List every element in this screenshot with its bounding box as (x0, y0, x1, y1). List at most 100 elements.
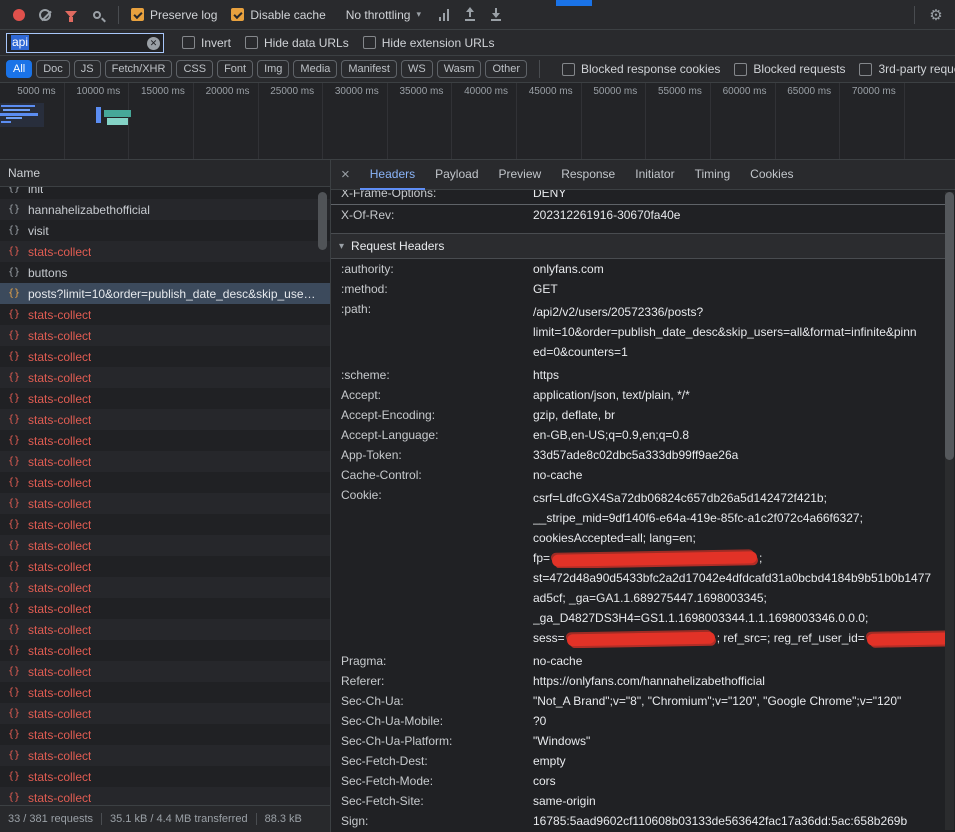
script-icon: {} (8, 477, 22, 488)
name-column-header[interactable]: Name (0, 160, 330, 187)
request-row[interactable]: {}stats-collect (0, 304, 330, 325)
request-row[interactable]: {}stats-collect (0, 577, 330, 598)
request-row[interactable]: {}stats-collect (0, 388, 330, 409)
search-button[interactable] (84, 3, 110, 27)
request-row[interactable]: {}visit (0, 220, 330, 241)
request-row[interactable]: {}stats-collect (0, 430, 330, 451)
header-name: :authority: (341, 262, 533, 276)
request-row[interactable]: {}stats-collect (0, 703, 330, 724)
request-row[interactable]: {}stats-collect (0, 766, 330, 787)
request-row[interactable]: {}hannahelizabethofficial (0, 199, 330, 220)
chip-img[interactable]: Img (257, 60, 289, 78)
header-row: Accept-Language:en-GB,en-US;q=0.9,en;q=0… (331, 425, 945, 445)
overview-bar (3, 109, 30, 111)
tab-payload[interactable]: Payload (425, 160, 488, 190)
filter-toggle-button[interactable] (58, 3, 84, 27)
checkbox-icon (734, 63, 747, 76)
request-row[interactable]: {}stats-collect (0, 493, 330, 514)
chip-all[interactable]: All (6, 60, 32, 78)
3rd-party-requests-checkbox[interactable]: 3rd-party requests (859, 62, 955, 76)
network-conditions-button[interactable] (431, 3, 457, 27)
request-row[interactable]: {}stats-collect (0, 451, 330, 472)
request-row[interactable]: {}stats-collect (0, 472, 330, 493)
header-value: cors (533, 774, 945, 788)
chip-other[interactable]: Other (485, 60, 527, 78)
chip-media[interactable]: Media (293, 60, 337, 78)
blocked-requests-checkbox[interactable]: Blocked requests (734, 62, 845, 76)
clear-requests-button[interactable] (32, 3, 58, 27)
tab-cookies[interactable]: Cookies (740, 160, 803, 190)
tab-headers[interactable]: Headers (360, 160, 425, 190)
header-name: Cookie: (341, 488, 533, 648)
scrollbar-thumb[interactable] (945, 192, 954, 460)
request-name: stats-collect (28, 455, 91, 469)
chip-fetch-xhr[interactable]: Fetch/XHR (105, 60, 173, 78)
script-icon: {} (8, 603, 22, 614)
details-scrollbar[interactable] (945, 192, 954, 830)
request-row[interactable]: {}posts?limit=10&order=publish_date_desc… (0, 283, 330, 304)
request-row[interactable]: {}stats-collect (0, 682, 330, 703)
details-tabs-bar: × HeadersPayloadPreviewResponseInitiator… (331, 160, 955, 190)
chip-ws[interactable]: WS (401, 60, 433, 78)
request-row[interactable]: {}buttons (0, 262, 330, 283)
request-row[interactable]: {}stats-collect (0, 724, 330, 745)
throttling-select[interactable]: No throttling ▾ (346, 8, 421, 22)
header-value: https (533, 368, 945, 382)
request-row[interactable]: {}stats-collect (0, 556, 330, 577)
invert-checkbox[interactable]: Invert (182, 36, 231, 50)
header-name: :path: (341, 302, 533, 362)
tab-timing[interactable]: Timing (685, 160, 741, 190)
request-row[interactable]: {}stats-collect (0, 514, 330, 535)
tab-initiator[interactable]: Initiator (625, 160, 684, 190)
filter-input[interactable]: api ✕ (6, 33, 164, 53)
chip-doc[interactable]: Doc (36, 60, 70, 78)
preserve-log-checkbox[interactable]: Preserve log (131, 8, 217, 22)
overview-tick: 20000 ms (194, 83, 259, 159)
header-name: Sec-Fetch-Dest: (341, 754, 533, 768)
import-icon (464, 8, 476, 21)
chip-manifest[interactable]: Manifest (341, 60, 397, 78)
hide-data-urls-checkbox[interactable]: Hide data URLs (245, 36, 349, 50)
request-name: stats-collect (28, 602, 91, 616)
request-row[interactable]: {}stats-collect (0, 745, 330, 766)
request-row[interactable]: {}stats-collect (0, 241, 330, 262)
timeline-overview[interactable]: 5000 ms10000 ms15000 ms20000 ms25000 ms3… (0, 83, 955, 160)
request-headers-section[interactable]: ▾ Request Headers (331, 233, 945, 259)
request-row[interactable]: {}stats-collect (0, 409, 330, 430)
disable-cache-checkbox[interactable]: Disable cache (231, 8, 325, 22)
request-row[interactable]: {} stats-collect (0, 598, 330, 619)
hide-extension-urls-checkbox[interactable]: Hide extension URLs (363, 36, 495, 50)
import-har-button[interactable] (457, 3, 483, 27)
tab-response[interactable]: Response (551, 160, 625, 190)
request-row[interactable]: {}stats-collect (0, 367, 330, 388)
header-row: :scheme:https (331, 365, 945, 385)
record-icon (13, 9, 25, 21)
export-har-button[interactable] (483, 3, 509, 27)
close-icon[interactable]: × (331, 166, 360, 183)
chip-css[interactable]: CSS (176, 60, 213, 78)
clear-icon (39, 9, 51, 21)
request-list-scrollbar[interactable] (318, 190, 327, 802)
header-value: application/json, text/plain, */* (533, 388, 945, 402)
request-row[interactable]: {}stats-collect (0, 346, 330, 367)
script-icon: {} (8, 582, 22, 593)
request-row[interactable]: {}stats-collect (0, 535, 330, 556)
clear-filter-icon[interactable]: ✕ (147, 37, 160, 50)
tab-preview[interactable]: Preview (489, 160, 552, 190)
chip-wasm[interactable]: Wasm (437, 60, 482, 78)
scrollbar-thumb[interactable] (318, 192, 327, 250)
chip-font[interactable]: Font (217, 60, 253, 78)
header-value: gzip, deflate, br (533, 408, 945, 422)
request-row[interactable]: {}stats-collect (0, 325, 330, 346)
top-blue-strip (556, 0, 592, 6)
record-button[interactable] (6, 3, 32, 27)
settings-button[interactable]: ⚙ (923, 3, 949, 27)
request-row[interactable]: {}stats-collect (0, 640, 330, 661)
chip-js[interactable]: JS (74, 60, 101, 78)
request-name: stats-collect (28, 245, 91, 259)
request-row[interactable]: {}stats-collect (0, 661, 330, 682)
request-row[interactable]: {}stats-collect (0, 619, 330, 640)
request-row[interactable]: {}stats-collect (0, 787, 330, 805)
blocked-response-cookies-checkbox[interactable]: Blocked response cookies (562, 62, 720, 76)
request-row[interactable]: {}init (0, 187, 330, 199)
